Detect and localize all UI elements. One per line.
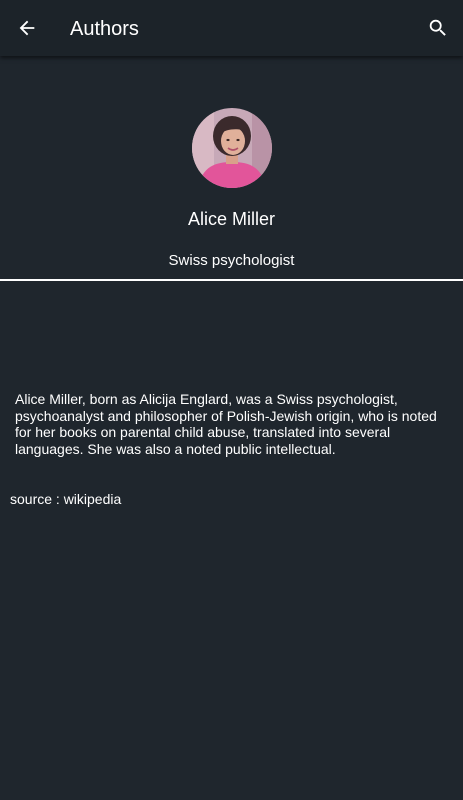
author-avatar [192,108,272,188]
back-button[interactable] [10,11,44,45]
author-description: Swiss psychologist [168,252,295,269]
search-button[interactable] [422,12,454,44]
app-bar: Authors [0,0,463,56]
search-icon [429,19,446,36]
author-header: Alice Miller Swiss psychologist [0,56,463,279]
page-title: Authors [70,18,139,40]
divider [0,279,463,281]
author-bio: Alice Miller, born as Alicija Englard, w… [15,391,437,457]
source-link[interactable]: source : wikipedia [10,490,121,508]
author-name: Alice Miller [187,209,275,229]
arrow-back-icon [19,20,35,36]
author-photo [192,108,272,188]
